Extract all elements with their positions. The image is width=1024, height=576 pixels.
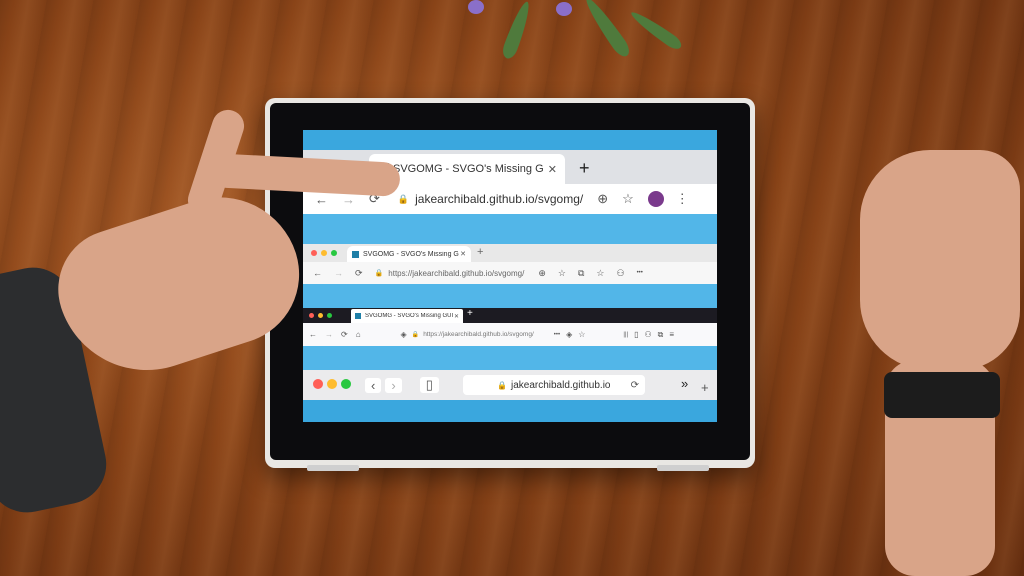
url-text[interactable]: https://jakearchibald.github.io/svgomg/ <box>423 331 534 338</box>
close-tab-icon[interactable]: ✕ <box>454 313 459 320</box>
hinge <box>307 465 359 471</box>
close-tab-icon[interactable]: ✕ <box>548 163 557 176</box>
zoom-window-button[interactable] <box>327 313 332 318</box>
close-tab-icon[interactable]: ✕ <box>460 250 466 258</box>
sidebar-icon[interactable]: ▯ <box>419 377 439 393</box>
svgomg-favicon-icon <box>352 250 359 258</box>
new-tab-button[interactable]: + <box>579 158 590 179</box>
watch <box>884 372 1000 418</box>
reload-icon[interactable]: ⟳ <box>341 330 348 339</box>
url-text: jakearchibald.github.io <box>510 379 611 391</box>
sidebar-icon[interactable]: ▯ <box>634 330 638 339</box>
back-icon[interactable]: ← <box>309 330 317 339</box>
flower <box>468 0 484 14</box>
back-icon[interactable]: ‹ <box>365 377 382 393</box>
lock-icon: 🔒 <box>411 332 420 338</box>
back-icon[interactable]: ← <box>315 192 328 207</box>
edge-browser: SVGOMG - SVGO's Missing GUI ✕ + ← → ⟳ 🔒 … <box>303 244 717 284</box>
minimize-window-button[interactable] <box>318 313 323 318</box>
new-tab-button[interactable]: + <box>467 308 473 319</box>
edge-tab[interactable]: SVGOMG - SVGO's Missing GUI ✕ <box>347 246 471 262</box>
hinge <box>657 465 709 471</box>
forward-icon[interactable]: → <box>334 268 343 278</box>
safari-toolbar: ‹ › ▯ <box>365 375 439 395</box>
flower <box>556 2 572 16</box>
shield-icon[interactable]: ◈ <box>401 330 407 339</box>
add-icon[interactable]: ⊕ <box>538 268 546 279</box>
svgomg-favicon-icon <box>355 313 361 319</box>
tab-overflow-icon[interactable]: » <box>681 376 688 391</box>
avatar[interactable] <box>647 191 664 207</box>
page-strip <box>303 284 717 308</box>
window-controls <box>313 379 351 389</box>
window-controls <box>311 250 337 256</box>
back-icon[interactable]: ← <box>313 268 322 278</box>
forward-icon[interactable]: → <box>325 330 333 339</box>
window-controls <box>309 313 332 318</box>
firefox-toolbar: ← → ⟳ ⌂ ◈ 🔒 https://jakearchibald.github… <box>303 323 717 346</box>
new-tab-button[interactable]: + <box>477 246 483 258</box>
leaf <box>627 7 685 53</box>
lock-icon: 🔒 <box>497 380 507 390</box>
minimize-window-button[interactable] <box>327 379 337 389</box>
menu-icon[interactable]: ⋮ <box>676 191 689 207</box>
url-text[interactable]: https://jakearchibald.github.io/svgomg/ <box>388 269 524 278</box>
edge-toolbar: ← → ⟳ 🔒 https://jakearchibald.github.io/… <box>303 262 717 284</box>
firefox-browser: SVGOMG - SVGO's Missing GUI ✕ + ← → ⟳ ⌂ … <box>303 308 717 346</box>
page-strip <box>303 214 717 244</box>
reload-icon[interactable]: ⟳ <box>631 380 639 391</box>
star-icon[interactable]: ☆ <box>622 191 634 207</box>
star-icon[interactable]: ☆ <box>578 330 585 339</box>
more-icon[interactable]: ••• <box>637 270 643 276</box>
tab-title: SVGOMG - SVGO's Missing GUI <box>365 313 453 319</box>
close-window-button[interactable] <box>309 313 314 318</box>
firefox-tab[interactable]: SVGOMG - SVGO's Missing GUI ✕ <box>351 309 463 323</box>
add-icon[interactable]: ⊕ <box>597 191 608 207</box>
url-text[interactable]: jakearchibald.github.io/svgomg/ <box>415 192 583 206</box>
page-strip <box>303 346 717 370</box>
close-window-button[interactable] <box>313 379 323 389</box>
minimize-window-button[interactable] <box>321 250 327 256</box>
lock-icon: 🔒 <box>397 193 410 204</box>
library-icon[interactable]: ||| <box>623 332 628 338</box>
new-tab-button[interactable]: + <box>701 380 709 395</box>
safari-browser: ‹ › ▯ 🔒 jakearchibald.github.io ⟳ » + <box>303 370 717 400</box>
profile-icon[interactable]: ⚇ <box>645 330 652 339</box>
star-icon[interactable]: ☆ <box>558 268 566 279</box>
zoom-window-button[interactable] <box>331 250 337 256</box>
extensions-icon[interactable]: ⧉ <box>658 330 664 340</box>
close-window-button[interactable] <box>311 250 317 256</box>
tab-title: SVGOMG - SVGO's Missing GUI <box>363 250 459 258</box>
hamburger-menu-icon[interactable]: ≡ <box>669 330 674 339</box>
home-icon[interactable]: ⌂ <box>356 330 361 339</box>
collections-icon[interactable]: ⧉ <box>578 268 584 279</box>
reload-icon[interactable]: ⟳ <box>355 268 363 279</box>
leaf <box>581 0 633 60</box>
favorites-icon[interactable]: ☆ <box>596 268 604 279</box>
zoom-window-button[interactable] <box>341 379 351 389</box>
more-icon[interactable]: ••• <box>554 332 560 338</box>
pocket-icon[interactable]: ◈ <box>566 330 572 339</box>
forward-icon[interactable]: › <box>385 377 402 393</box>
address-field[interactable]: 🔒 jakearchibald.github.io ⟳ <box>463 375 645 395</box>
tab-title: SVGOMG - SVGO's Missing GUI <box>393 163 543 175</box>
lock-icon: 🔒 <box>374 270 384 277</box>
leaf <box>500 0 534 61</box>
profile-icon[interactable]: ⚇ <box>616 268 624 279</box>
right-hand <box>860 150 1020 370</box>
